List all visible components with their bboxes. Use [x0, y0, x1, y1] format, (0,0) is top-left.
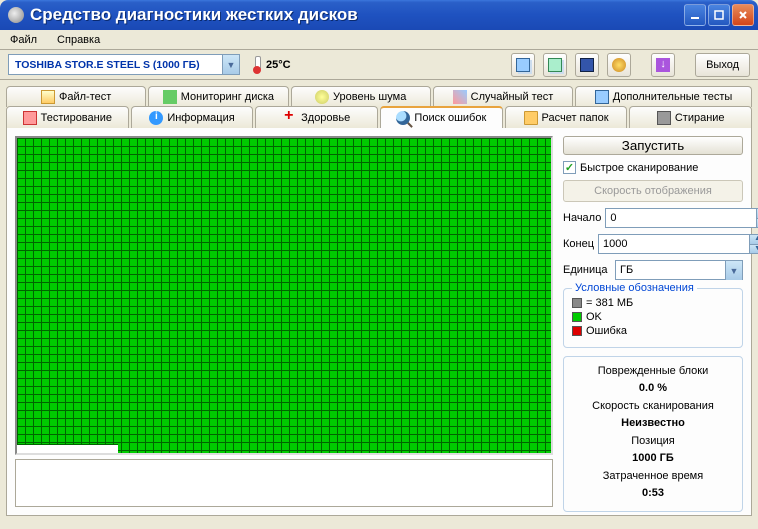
end-spinner[interactable]: ▲▼ [598, 234, 758, 254]
speaker-icon [315, 90, 329, 104]
tab-file-test[interactable]: Файл-тест [6, 86, 146, 107]
menu-help[interactable]: Справка [51, 32, 106, 48]
health-icon [283, 111, 297, 125]
titlebar: Средство диагностики жестких дисков [0, 0, 758, 30]
maximize-button[interactable] [708, 4, 730, 26]
menubar: Файл Справка [0, 30, 758, 50]
info-icon: i [149, 111, 163, 125]
thermometer-icon [252, 56, 262, 74]
damaged-label: Поврежденные блоки [572, 363, 734, 380]
block-size-swatch [572, 298, 582, 308]
minimize-button[interactable] [684, 4, 706, 26]
trash-icon [657, 111, 671, 125]
drive-selector[interactable]: TOSHIBA STOR.E STEEL S (1000 ГБ) ▼ [8, 54, 240, 75]
position-value: 1000 ГБ [572, 450, 734, 467]
elapsed-value: 0:53 [572, 485, 734, 502]
chart-icon [163, 90, 177, 104]
gear-icon [612, 58, 626, 72]
start-spinner[interactable]: ▲▼ [605, 208, 758, 228]
chevron-down-icon[interactable]: ▼ [725, 261, 742, 280]
screenshot-icon [548, 58, 562, 72]
copy-button[interactable] [511, 53, 535, 77]
search-icon [396, 111, 410, 125]
tab-folders[interactable]: Расчет папок [505, 106, 628, 128]
temperature-display: 25°C [252, 56, 291, 74]
menu-file[interactable]: Файл [4, 32, 43, 48]
scan-speed-label: Скорость сканирования [572, 398, 734, 415]
end-input[interactable] [599, 235, 749, 253]
extra-tests-icon [595, 90, 609, 104]
legend-title: Условные обозначения [572, 282, 697, 294]
settings-button[interactable] [607, 53, 631, 77]
damaged-value: 0.0 % [572, 380, 734, 397]
ok-swatch [572, 312, 582, 322]
display-speed-button: Скорость отображения [563, 180, 743, 202]
maximize-icon [714, 10, 724, 20]
tab-info[interactable]: iИнформация [131, 106, 254, 128]
log-output [15, 459, 553, 507]
spin-up-icon[interactable]: ▲ [749, 235, 758, 245]
toolbar: TOSHIBA STOR.E STEEL S (1000 ГБ) ▼ 25°C … [0, 50, 758, 80]
start-label: Начало [563, 212, 601, 224]
temperature-value: 25°C [266, 59, 291, 71]
drive-selected-text: TOSHIBA STOR.E STEEL S (1000 ГБ) [9, 59, 222, 71]
error-scan-panel: Запустить ✓ Быстрое сканирование Скорост… [6, 128, 752, 516]
minimize-icon [690, 10, 700, 20]
elapsed-label: Затраченное время [572, 468, 734, 485]
copy-icon [516, 58, 530, 72]
update-button[interactable]: ↓ [651, 53, 675, 77]
position-label: Позиция [572, 433, 734, 450]
tab-random[interactable]: Случайный тест [433, 86, 573, 107]
file-test-icon [41, 90, 55, 104]
tab-noise[interactable]: Уровень шума [291, 86, 431, 107]
app-icon [8, 7, 24, 23]
error-swatch [572, 326, 582, 336]
start-input[interactable] [606, 209, 756, 227]
fast-scan-checkbox[interactable]: ✓ Быстрое сканирование [563, 161, 743, 174]
end-label: Конец [563, 238, 594, 250]
exit-button[interactable]: Выход [695, 53, 750, 77]
random-icon [453, 90, 467, 104]
tab-health[interactable]: Здоровье [255, 106, 378, 128]
close-button[interactable] [732, 4, 754, 26]
legend-group: Условные обозначения = 381 МБ OK Ошибка [563, 288, 743, 348]
floppy-icon [580, 58, 594, 72]
close-icon [738, 10, 748, 20]
run-button[interactable]: Запустить [563, 136, 743, 155]
download-icon: ↓ [656, 58, 670, 72]
scan-speed-value: Неизвестно [572, 415, 734, 432]
tab-extra[interactable]: Дополнительные тесты [575, 86, 752, 107]
check-icon: ✓ [563, 161, 576, 174]
tab-testing[interactable]: Тестирование [6, 106, 129, 128]
tab-erase[interactable]: Стирание [629, 106, 752, 128]
scan-grid [15, 136, 553, 455]
save-button[interactable] [575, 53, 599, 77]
test-icon [23, 111, 37, 125]
stats-group: Поврежденные блоки 0.0 % Скорость сканир… [563, 356, 743, 512]
unit-label: Единица [563, 264, 611, 276]
spin-down-icon[interactable]: ▼ [749, 245, 758, 254]
screenshot-button[interactable] [543, 53, 567, 77]
unit-combo[interactable]: ГБ ▼ [615, 260, 743, 280]
folder-icon [524, 111, 538, 125]
chevron-down-icon[interactable]: ▼ [222, 55, 239, 74]
tab-errors[interactable]: Поиск ошибок [380, 106, 503, 128]
window-title: Средство диагностики жестких дисков [30, 5, 684, 25]
tab-disk-monitor[interactable]: Мониторинг диска [148, 86, 288, 107]
